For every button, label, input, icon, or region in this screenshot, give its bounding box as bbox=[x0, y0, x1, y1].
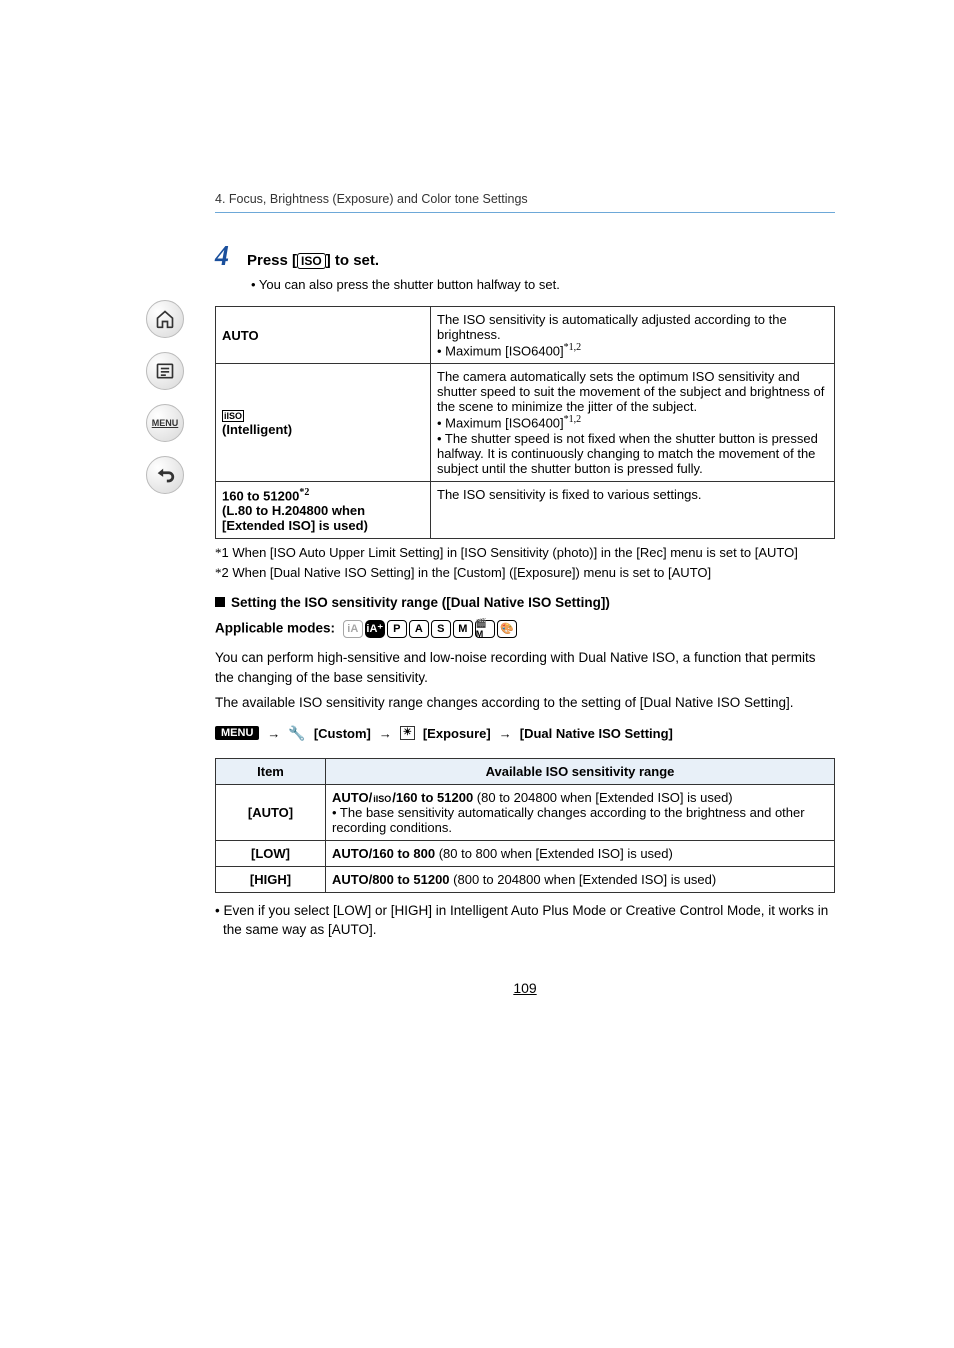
mode-p-icon: P bbox=[387, 620, 407, 638]
cell-fixed-desc: The ISO sensitivity is fixed to various … bbox=[431, 481, 835, 538]
mode-a-icon: A bbox=[409, 620, 429, 638]
menu-setting: [Dual Native ISO Setting] bbox=[520, 726, 673, 741]
table-row: AUTO The ISO sensitivity is automaticall… bbox=[216, 307, 835, 364]
mode-m-icon: M bbox=[453, 620, 473, 638]
applicable-modes: Applicable modes: iA iA⁺ P A S M 🎬M 🎨 bbox=[215, 620, 835, 638]
sub-bullet: • You can also press the shutter button … bbox=[251, 277, 835, 292]
mode-icons-row: iA iA⁺ P A S M 🎬M 🎨 bbox=[343, 620, 517, 638]
cell-fixed-label: 160 to 51200*2(L.80 to H.204800 when [Ex… bbox=[216, 481, 431, 538]
footnote-1: *1 When [ISO Auto Upper Limit Setting] i… bbox=[215, 545, 835, 561]
cell-intelligent-label: iISO(Intelligent) bbox=[216, 364, 431, 481]
home-icon[interactable] bbox=[146, 300, 184, 338]
mode-creative-icon: 🎨 bbox=[497, 620, 517, 638]
cell-item-high: [HIGH] bbox=[216, 866, 326, 892]
step-4: 4 Press [ISO] to set. bbox=[215, 241, 835, 273]
range-bullet: • The base sensitivity automatically cha… bbox=[332, 805, 805, 835]
toc-icon[interactable] bbox=[146, 352, 184, 390]
iso-range-table: Item Available ISO sensitivity range [AU… bbox=[215, 758, 835, 893]
page-number: 109 bbox=[215, 980, 835, 996]
menu-custom: [Custom] bbox=[314, 726, 371, 741]
step-number: 4 bbox=[215, 241, 229, 273]
table-row: 160 to 51200*2(L.80 to H.204800 when [Ex… bbox=[216, 481, 835, 538]
table-row: [AUTO] AUTO/iISO/160 to 51200 (80 to 204… bbox=[216, 784, 835, 840]
section-header-text: Setting the ISO sensitivity range ([Dual… bbox=[231, 595, 610, 610]
footnote-2: *2 When [Dual Native ISO Setting] in the… bbox=[215, 565, 835, 581]
page-content: 4. Focus, Brightness (Exposure) and Colo… bbox=[215, 192, 835, 996]
bullet-square-icon bbox=[215, 597, 225, 607]
table-row: [LOW] AUTO/160 to 800 (80 to 800 when [E… bbox=[216, 840, 835, 866]
cell-item-auto: [AUTO] bbox=[216, 784, 326, 840]
step-text: Press [ISO] to set. bbox=[247, 252, 379, 269]
intelligent-label-text: (Intelligent) bbox=[222, 422, 292, 437]
menu-badge: MENU bbox=[215, 726, 259, 740]
cell-auto-desc: The ISO sensitivity is automatically adj… bbox=[431, 307, 835, 364]
wrench-icon: 🔧 bbox=[288, 725, 305, 742]
range-rest: (80 to 800 when [Extended ISO] is used) bbox=[435, 846, 673, 861]
step-text-post: ] to set. bbox=[326, 252, 379, 269]
mode-ia-icon: iA bbox=[343, 620, 363, 638]
header-item: Item bbox=[216, 758, 326, 784]
range-rest: (800 to 204800 when [Extended ISO] is us… bbox=[450, 872, 717, 887]
range-rest: (80 to 204800 when [Extended ISO] is use… bbox=[473, 790, 732, 805]
mode-movie-icon: 🎬M bbox=[475, 620, 495, 638]
cell-auto-label: AUTO bbox=[216, 307, 431, 364]
iso-settings-table: AUTO The ISO sensitivity is automaticall… bbox=[215, 306, 835, 539]
mode-s-icon: S bbox=[431, 620, 451, 638]
range-bold: AUTO/800 to 51200 bbox=[332, 872, 450, 887]
cell-range-auto: AUTO/iISO/160 to 51200 (80 to 204800 whe… bbox=[326, 784, 835, 840]
arrow-icon: → bbox=[267, 726, 280, 741]
menu-icon[interactable]: MENU bbox=[146, 404, 184, 442]
header-range: Available ISO sensitivity range bbox=[326, 758, 835, 784]
menu-path: MENU → 🔧 [Custom] → ☀ [Exposure] → [Dual… bbox=[215, 725, 835, 742]
cell-range-high: AUTO/800 to 51200 (800 to 204800 when [E… bbox=[326, 866, 835, 892]
body-paragraph-2: The available ISO sensitivity range chan… bbox=[215, 693, 835, 713]
menu-exposure: [Exposure] bbox=[423, 726, 491, 741]
final-note: • Even if you select [LOW] or [HIGH] in … bbox=[215, 901, 835, 940]
body-paragraph-1: You can perform high-sensitive and low-n… bbox=[215, 648, 835, 687]
cell-item-low: [LOW] bbox=[216, 840, 326, 866]
sidebar-nav: MENU bbox=[140, 300, 190, 494]
table-row: [HIGH] AUTO/800 to 51200 (800 to 204800 … bbox=[216, 866, 835, 892]
iso-button-label: ISO bbox=[297, 253, 326, 269]
step-text-pre: Press [ bbox=[247, 252, 297, 269]
arrow-icon: → bbox=[379, 726, 392, 741]
breadcrumb: 4. Focus, Brightness (Exposure) and Colo… bbox=[215, 192, 835, 212]
applicable-label: Applicable modes: bbox=[215, 621, 335, 636]
cell-range-low: AUTO/160 to 800 (80 to 800 when [Extende… bbox=[326, 840, 835, 866]
back-icon[interactable] bbox=[146, 456, 184, 494]
mode-iaplus-icon: iA⁺ bbox=[365, 620, 385, 638]
exposure-icon: ☀ bbox=[400, 726, 415, 740]
section-header: Setting the ISO sensitivity range ([Dual… bbox=[215, 595, 835, 610]
range-bold: AUTO/160 to 800 bbox=[332, 846, 435, 861]
arrow-icon: → bbox=[499, 726, 512, 741]
table-header-row: Item Available ISO sensitivity range bbox=[216, 758, 835, 784]
cell-intelligent-desc: The camera automatically sets the optimu… bbox=[431, 364, 835, 481]
table-row: iISO(Intelligent) The camera automatical… bbox=[216, 364, 835, 481]
divider bbox=[215, 212, 835, 213]
